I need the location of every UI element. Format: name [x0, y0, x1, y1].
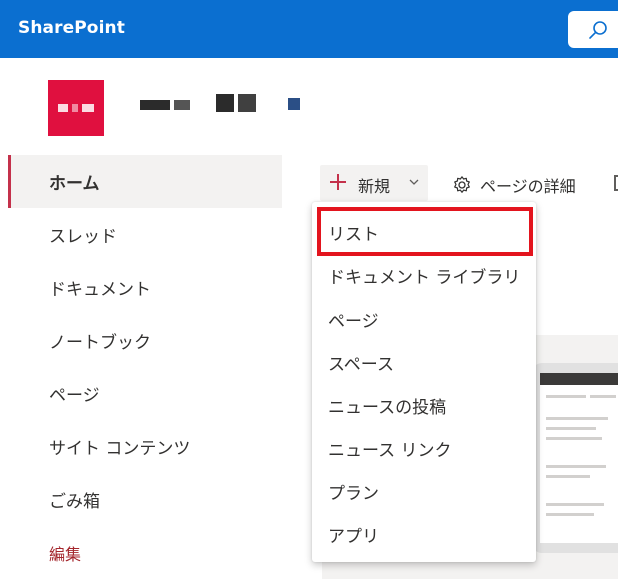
gear-icon [454, 176, 470, 193]
search-icon [589, 21, 607, 39]
nav-item-label: サイト コンテンツ [49, 439, 191, 459]
highlight-box [317, 207, 533, 256]
menu-item-plan[interactable]: プラン [312, 470, 536, 513]
nav-edit-link[interactable]: 編集 [8, 526, 282, 579]
chevron-down-icon [409, 179, 419, 185]
menu-item-label: ニュース リンク [328, 441, 452, 461]
menu-item-news-link[interactable]: ニュース リンク [312, 427, 536, 470]
nav-item-recycle-bin[interactable]: ごみ箱 [8, 473, 282, 526]
menu-item-label: プラン [328, 484, 379, 504]
nav-item-label: ドキュメント [49, 280, 151, 300]
nav-edit-label: 編集 [49, 544, 82, 564]
site-logo-mark [58, 104, 94, 112]
page-details-button[interactable]: ページの詳細 [452, 173, 576, 197]
nav-item-label: ホーム [49, 174, 100, 194]
left-navigation: ホーム スレッド ドキュメント ノートブック ページ サイト コンテンツ ごみ箱… [8, 155, 282, 579]
menu-item-space[interactable]: スペース [312, 341, 536, 384]
nav-item-documents[interactable]: ドキュメント [8, 261, 282, 314]
nav-item-site-contents[interactable]: サイト コンテンツ [8, 420, 282, 473]
new-dropdown-menu: リスト ドキュメント ライブラリ ページ スペース ニュースの投稿 ニュース リ… [312, 202, 536, 562]
nav-item-pages[interactable]: ページ [8, 367, 282, 420]
nav-item-label: スレッド [49, 227, 117, 247]
nav-item-notebook[interactable]: ノートブック [8, 314, 282, 367]
menu-item-news-post[interactable]: ニュースの投稿 [312, 384, 536, 427]
menu-item-label: アプリ [328, 527, 379, 547]
site-header [0, 58, 618, 154]
menu-item-page[interactable]: ページ [312, 298, 536, 341]
menu-item-label: ドキュメント ライブラリ [328, 268, 521, 288]
device-preview-image [532, 363, 618, 553]
new-button-label: 新規 [358, 177, 391, 196]
menu-item-app[interactable]: アプリ [312, 513, 536, 556]
page-details-label: ページの詳細 [480, 177, 576, 196]
nav-item-label: ごみ箱 [49, 492, 100, 512]
nav-item-home[interactable]: ホーム [8, 155, 282, 208]
menu-item-document-library[interactable]: ドキュメント ライブラリ [312, 254, 536, 297]
menu-item-label: スペース [328, 355, 394, 375]
new-button[interactable]: 新規 [320, 165, 428, 201]
overflow-command-icon[interactable] [614, 175, 618, 191]
site-title-pixelated[interactable] [140, 94, 310, 116]
search-button[interactable] [568, 11, 618, 48]
suite-bar: SharePoint [0, 0, 618, 58]
nav-item-threads[interactable]: スレッド [8, 208, 282, 261]
plus-icon [330, 174, 346, 190]
app-brand[interactable]: SharePoint [18, 18, 125, 38]
menu-item-label: ページ [328, 312, 379, 332]
nav-item-label: ノートブック [49, 333, 151, 353]
site-logo-icon[interactable] [48, 80, 104, 136]
nav-item-label: ページ [49, 386, 100, 406]
menu-item-label: ニュースの投稿 [328, 398, 447, 418]
